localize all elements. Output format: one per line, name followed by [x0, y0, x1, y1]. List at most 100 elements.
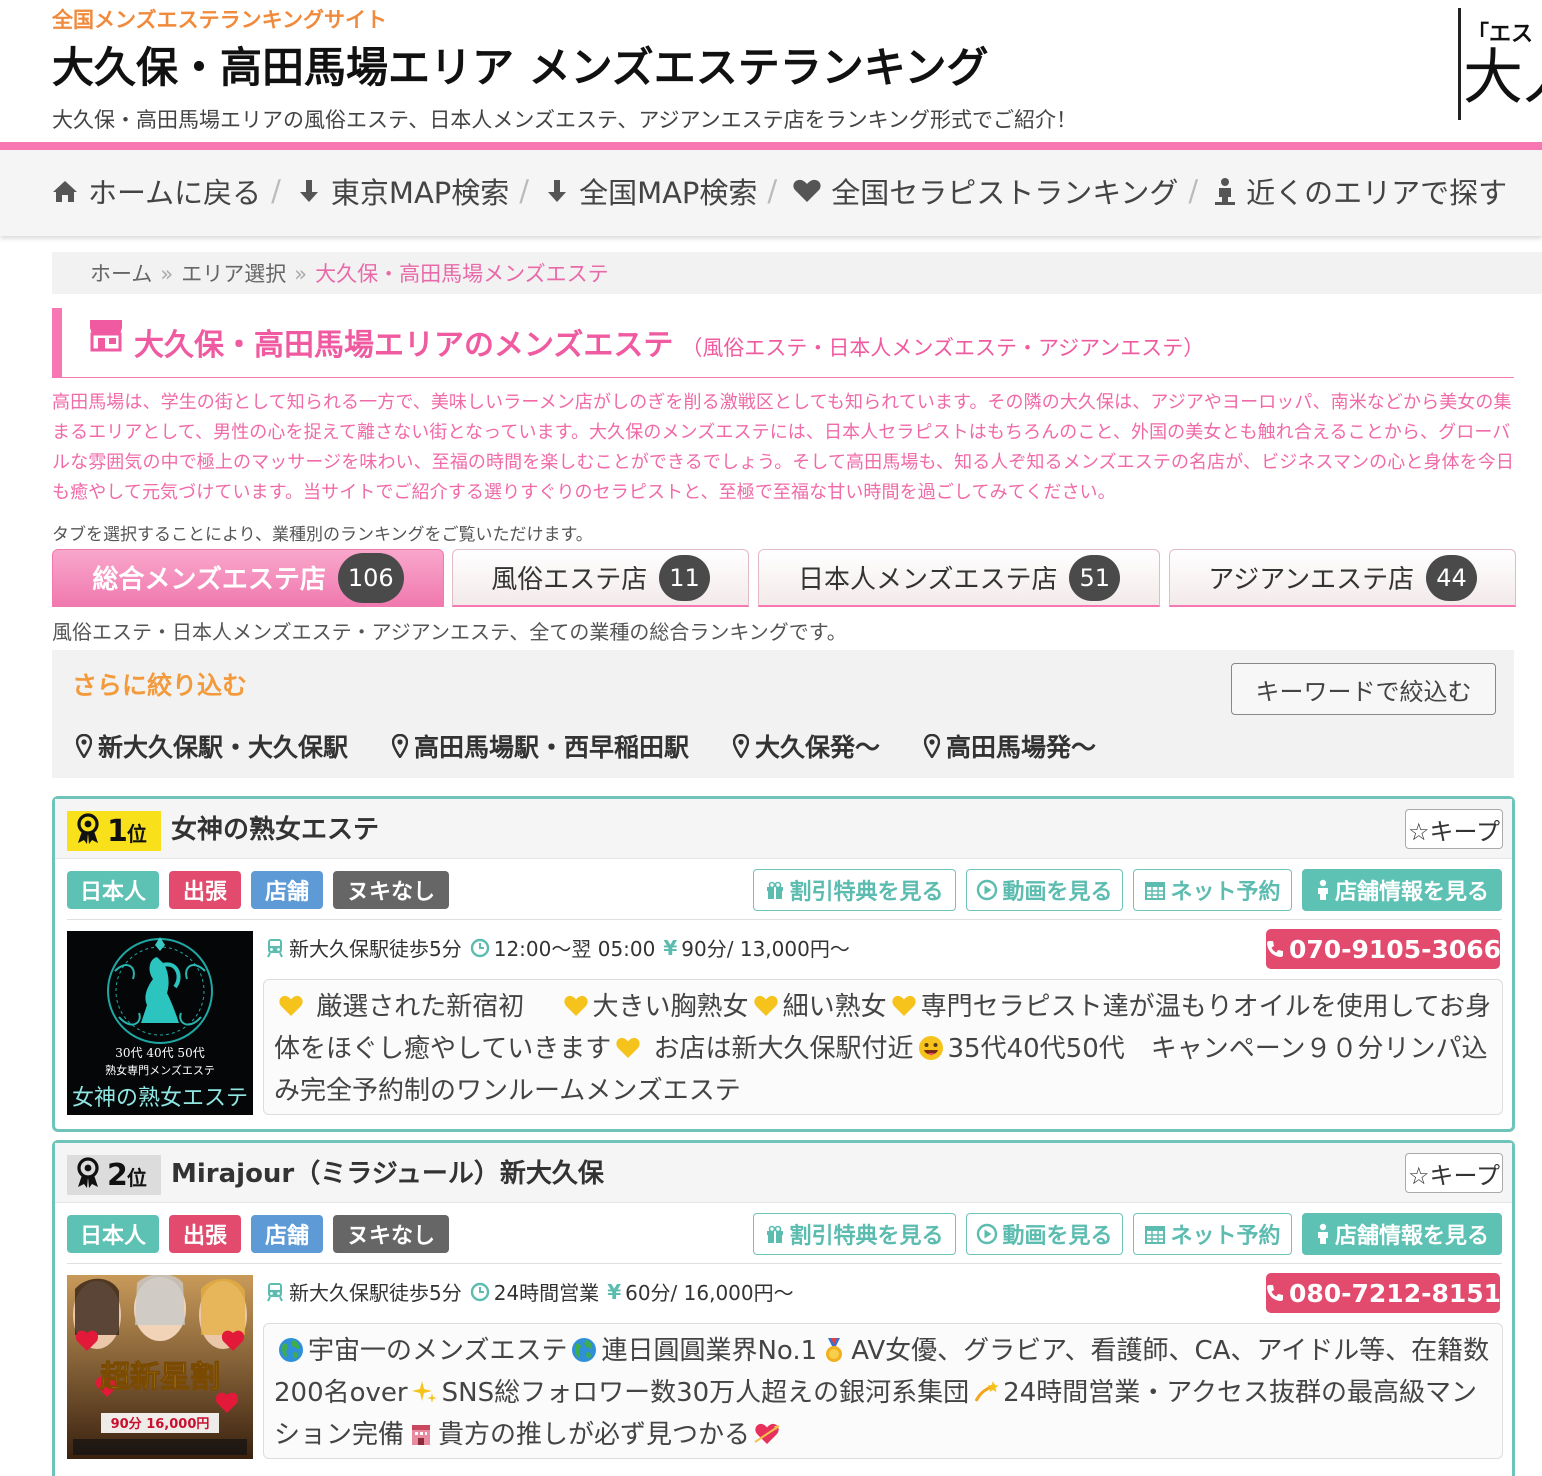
nav-separator: /: [519, 174, 530, 208]
shop-card: 2位 Mirajour（ミラジュール）新大久保 ☆キープ 日本人 出張 店舗 ヌ…: [52, 1140, 1515, 1476]
tab-japanese-count: 51: [1069, 554, 1121, 601]
price: 60分/ 16,000円～: [625, 1281, 794, 1305]
discount-button-label: 割引特典を見る: [789, 1224, 944, 1249]
breadcrumb-home[interactable]: ホーム: [90, 262, 152, 286]
shop-info-button-label: 店舗情報を見る: [1334, 880, 1489, 905]
thumb-caption-2: 熟女専門メンズエステ: [105, 1063, 215, 1077]
station-access: 新大久保駅徒歩5分: [289, 1281, 462, 1305]
play-icon: [976, 879, 998, 901]
pr-part: 連日圓圓業界No.1: [601, 1336, 818, 1366]
nav-therapist-ranking-label: 全国セラピストランキング: [831, 176, 1179, 210]
business-hours: 24時間営業: [493, 1281, 600, 1305]
reserve-button[interactable]: ネット予約: [1133, 869, 1292, 911]
site-tagline[interactable]: 全国メンズエステランキングサイト: [52, 4, 387, 34]
video-button[interactable]: 動画を見る: [966, 1213, 1123, 1255]
ribbon-icon: [75, 813, 101, 849]
rank-suffix: 位: [126, 821, 147, 846]
area-link-takadanobaba[interactable]: 高田馬場駅・西早稲田駅: [392, 728, 689, 764]
shop-info-button[interactable]: 店舗情報を見る: [1302, 1213, 1502, 1255]
area-link-okubo-dispatch[interactable]: 大久保発～: [733, 728, 880, 764]
shop-name-link[interactable]: 女神の熟女エステ: [171, 809, 379, 846]
nav-therapist-ranking[interactable]: 全国セラピストランキング: [793, 170, 1178, 212]
nav-separator: /: [271, 174, 281, 208]
tag-list: 日本人 出張 店舗 ヌキなし: [67, 871, 459, 909]
play-icon: [976, 1223, 998, 1245]
phone-button[interactable]: 080-7212-8151: [1266, 1273, 1501, 1313]
thumb-caption-3: 女神の熟女エステ: [72, 1086, 248, 1111]
map-pin-icon: [733, 734, 750, 758]
shop-thumbnail[interactable]: 超新星割 90分 16,000円: [67, 1275, 253, 1459]
calendar-icon: [1144, 1223, 1166, 1245]
gift-icon: [765, 880, 785, 900]
keep-button[interactable]: ☆キープ: [1405, 809, 1503, 849]
page-title: 大久保・高田馬場エリア メンズエステランキング: [52, 43, 989, 92]
tag-outcall: 出張: [169, 1215, 241, 1253]
home-icon: [52, 179, 78, 203]
nav-japan-map[interactable]: 全国MAP検索: [545, 170, 757, 212]
tab-fuzoku[interactable]: 風俗エステ店 11: [452, 549, 749, 607]
card-actions: 割引特典を見る 動画を見る ネット予約 店舗情報を見る: [753, 1213, 1512, 1255]
map-pin-icon: [924, 734, 941, 758]
tab-asian[interactable]: アジアンエステ店 44: [1169, 549, 1516, 607]
nav-nearby-area[interactable]: 近くのエリアで探す: [1214, 170, 1507, 212]
rank-badge: 1位: [67, 811, 161, 851]
area-link-shinokubo[interactable]: 新大久保駅・大久保駅: [76, 728, 348, 764]
video-button-label: 動画を見る: [1002, 880, 1113, 905]
clock-icon: [470, 1282, 490, 1302]
tab-fuzoku-label: 風俗エステ店: [491, 565, 648, 595]
map-pin-icon: [392, 734, 409, 758]
tag-japanese: 日本人: [67, 871, 159, 909]
banner-logo[interactable]: 「エス 大人: [1458, 8, 1542, 120]
arrow-down-icon: [297, 178, 321, 204]
discount-button[interactable]: 割引特典を見る: [753, 1213, 956, 1255]
rank-badge: 2位: [67, 1155, 161, 1195]
tab-all[interactable]: 総合メンズエステ店 106: [52, 549, 444, 607]
rank-number: 2: [107, 1157, 128, 1193]
tag-outcall: 出張: [169, 871, 241, 909]
medal-icon: [821, 1334, 847, 1362]
tab-japanese[interactable]: 日本人メンズエステ店 51: [758, 549, 1160, 607]
price: 90分/ 13,000円～: [681, 937, 850, 961]
globe-icon: [571, 1334, 597, 1362]
shop-icon: [88, 318, 124, 356]
phone-button[interactable]: 070-9105-3066: [1265, 929, 1501, 969]
gift-icon: [765, 1224, 785, 1244]
shop-pr-text: 宇宙一のメンズエステ 連日圓圓業界No.1 AV女優、グラビア、看護師、CA、アイド…: [263, 1323, 1503, 1459]
shop-name-link[interactable]: Mirajour（ミラジュール）新大久保: [171, 1153, 604, 1190]
breadcrumb-area-select[interactable]: エリア選択: [181, 262, 286, 286]
shop-meta: 新大久保駅徒歩5分 12:00～翌 05:00 ¥90分/ 13,000円～: [265, 933, 858, 962]
sparkles-icon: [411, 1376, 438, 1403]
discount-button[interactable]: 割引特典を見る: [753, 869, 956, 911]
nav-japan-map-label: 全国MAP検索: [579, 176, 758, 210]
tab-japanese-label: 日本人メンズエステ店: [797, 565, 1058, 595]
shop-pr-text: 厳選された新宿初 大きい胸熟女 細い熟女 専門セラピスト達が温もりオイルを使用してお…: [263, 979, 1503, 1115]
video-button[interactable]: 動画を見る: [966, 869, 1123, 911]
tab-fuzoku-count: 11: [659, 554, 710, 601]
shop-info-button[interactable]: 店舗情報を見る: [1302, 869, 1502, 911]
breadcrumb: ホーム » エリア選択 » 大久保・高田馬場メンズエステ: [52, 252, 1542, 294]
logo-text-big: 大人: [1463, 43, 1542, 113]
clock-icon: [470, 938, 490, 958]
keep-button[interactable]: ☆キープ: [1405, 1153, 1503, 1193]
nav-tokyo-map[interactable]: 東京MAP検索: [297, 170, 509, 212]
arrow-down-icon: [545, 178, 569, 204]
yellow-heart-icon: [615, 1032, 641, 1058]
tag-no-extra: ヌキなし: [333, 871, 449, 909]
tab-hint: タブを選択することにより、業種別のランキングをご覧いただけます。: [52, 525, 593, 545]
card-actions: 割引特典を見る 動画を見る ネット予約 店舗情報を見る: [753, 869, 1512, 911]
train-icon: [265, 937, 285, 959]
area-label: 高田馬場発～: [946, 733, 1097, 762]
reserve-button[interactable]: ネット予約: [1133, 1213, 1292, 1255]
ribbon-icon: [75, 1157, 101, 1193]
heart-arrow-icon: [754, 1418, 780, 1444]
pr-part: お店は新大久保駅付近: [653, 1034, 914, 1064]
nav-separator: /: [767, 174, 778, 208]
area-link-takadanobaba-dispatch[interactable]: 高田馬場発～: [924, 728, 1096, 764]
category-tabs: 総合メンズエステ店 106 風俗エステ店 11 日本人メンズエステ店 51 アジアンエ…: [52, 549, 1516, 609]
nav-home[interactable]: ホームに戻る: [52, 170, 261, 212]
shop-thumbnail[interactable]: 30代 40代 50代 熟女専門メンズエステ 女神の熟女エステ: [67, 931, 253, 1115]
header-divider: [0, 142, 1542, 150]
keyword-filter-button[interactable]: キーワードで絞込む: [1231, 663, 1496, 715]
video-button-label: 動画を見る: [1002, 1224, 1113, 1249]
phone-icon: [1265, 939, 1285, 959]
